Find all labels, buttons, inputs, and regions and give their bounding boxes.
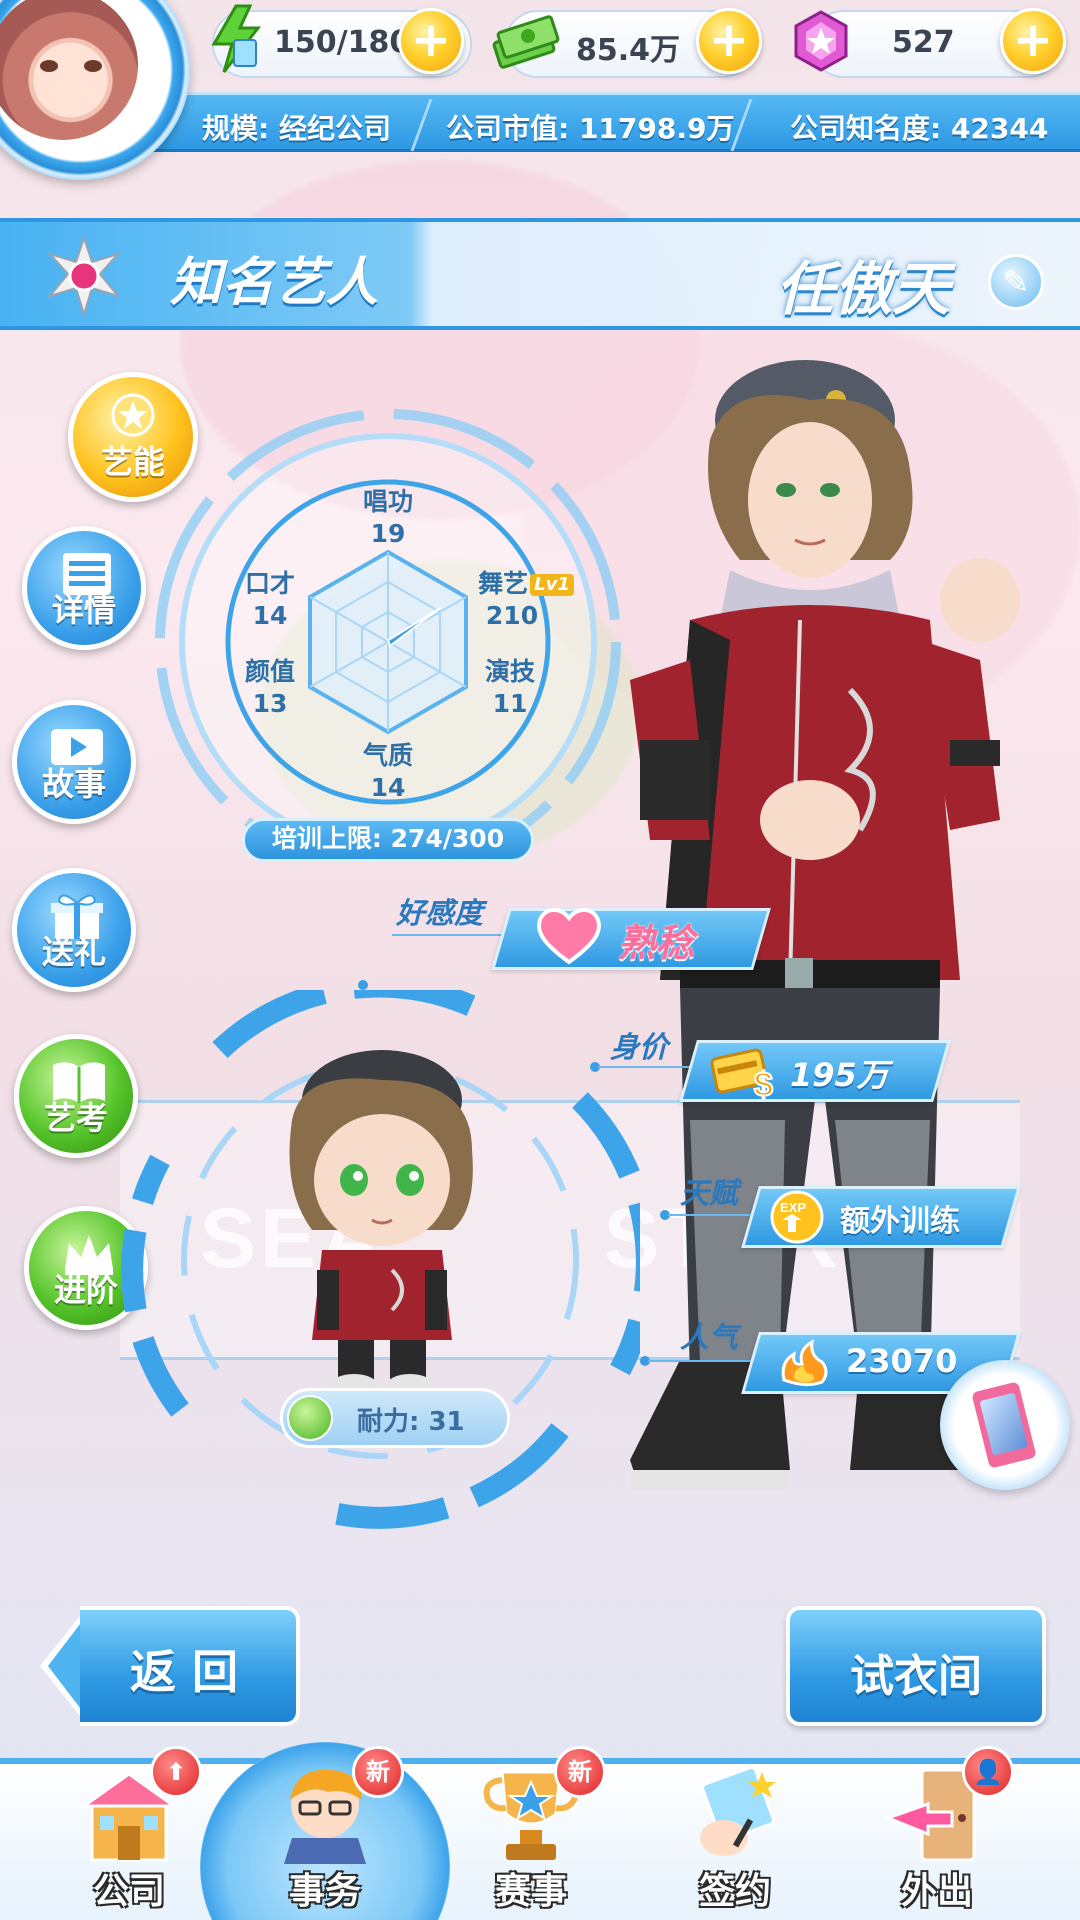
edit-name-pencil-icon[interactable]: ✎: [988, 254, 1044, 310]
stamina-value: 150/180: [274, 25, 411, 60]
side-gift-button[interactable]: 送礼: [12, 868, 136, 992]
stat-temperament-value: 14: [370, 773, 406, 802]
gem-value: 527: [892, 25, 955, 60]
nav-contract[interactable]: 签约: [650, 1764, 820, 1914]
company-market-value: 公司市值: 11798.9万: [446, 112, 735, 145]
wardrobe-button-label: 试衣间: [850, 1651, 982, 1702]
up-arrow-badge-icon: ⬆: [150, 1746, 202, 1798]
back-button[interactable]: 返回: [40, 1606, 300, 1726]
stat-acting-label: 演技: [484, 657, 535, 686]
fire-icon: [781, 1339, 828, 1387]
stat-dance-value: 210: [485, 601, 539, 630]
stat-eloquence: 口才 14: [230, 568, 310, 632]
add-money-button[interactable]: +: [696, 8, 762, 74]
company-info-strip: 规模: 经纪公司 公司市值: 11798.9万 公司知名度: 42344: [150, 92, 1080, 152]
stat-acting: 演技 11: [470, 656, 550, 720]
top-status-bar: 规模: 经纪公司 公司市值: 11798.9万 公司知名度: 42344 150…: [0, 0, 1080, 180]
talent-label: 天赋: [680, 1176, 739, 1210]
stat-dance: 舞艺 Lv1 210: [466, 568, 586, 632]
connector-line: [392, 934, 512, 936]
nav-competition-label: 赛事: [494, 1871, 567, 1912]
nav-affairs-label: 事务: [288, 1871, 361, 1912]
nav-contract-label: 签约: [698, 1871, 771, 1912]
nav-outing-label: 外出: [900, 1871, 973, 1912]
price-value: 195万: [790, 1056, 889, 1094]
exp-boost-icon: EXP: [770, 1190, 824, 1244]
wardrobe-button[interactable]: 试衣间: [786, 1606, 1046, 1726]
person-badge-icon: 👤: [962, 1746, 1014, 1798]
money-value: 85.4万: [576, 33, 681, 68]
popularity-label: 人气: [680, 1320, 739, 1354]
affinity-value: 熟稔: [618, 921, 695, 965]
chibi-character: [289, 1050, 473, 1398]
artist-name: 任傲天: [775, 255, 950, 323]
company-fame: 公司知名度: 42344: [790, 112, 1049, 145]
connector-line: [648, 1360, 758, 1362]
nav-affairs-new-badge: 新: [352, 1746, 404, 1798]
popularity-value: 23070: [846, 1342, 958, 1380]
stat-acting-value: 11: [492, 689, 528, 718]
side-details-label: 详情: [51, 591, 116, 629]
smiley-face-icon: [287, 1395, 333, 1441]
pink-gem-icon: [794, 10, 848, 72]
stats-radar-panel: 唱功 19 舞艺 Lv1 210 演技 11 气质 14 颜值 13 口才 14: [140, 380, 640, 860]
contract-scroll-icon: [700, 1765, 776, 1856]
stat-eloquence-value: 14: [252, 601, 288, 630]
side-story-label: 故事: [41, 765, 106, 803]
stat-eloquence-label: 口才: [244, 569, 295, 598]
dance-level-badge: Lv1: [530, 574, 574, 596]
card-money-icon: $: [710, 1048, 774, 1104]
back-button-label: 返回: [130, 1645, 254, 1699]
stat-temperament-label: 气质: [362, 741, 413, 770]
stat-temperament: 气质 14: [348, 740, 428, 804]
stat-looks: 颜值 13: [230, 656, 310, 720]
nav-company-label: 公司: [92, 1871, 165, 1912]
affinity-label: 好感度: [396, 896, 484, 930]
stat-singing: 唱功 19: [348, 486, 428, 550]
avatar-face: [0, 0, 138, 140]
phone-button[interactable]: [940, 1360, 1070, 1490]
avatar-eye: [84, 60, 102, 72]
endurance-pill: 耐力: 31: [280, 1388, 510, 1448]
side-exam-label: 艺考: [43, 1099, 108, 1137]
avatar-eye: [40, 60, 58, 72]
artist-portrait: [630, 360, 1020, 1490]
nav-competition-new-badge: 新: [554, 1746, 606, 1798]
pink-phone-icon: [966, 1376, 1042, 1474]
stat-dance-label: 舞艺: [478, 569, 529, 598]
side-details-button[interactable]: 详情: [22, 526, 146, 650]
side-gift-label: 送礼: [41, 933, 106, 971]
divider: [730, 99, 764, 151]
stat-looks-label: 颜值: [244, 657, 295, 686]
energy-hourglass-icon: [211, 4, 262, 73]
stat-singing-value: 19: [370, 519, 406, 548]
stat-singing-label: 唱功: [362, 487, 413, 516]
page-title: 知名艺人: [170, 253, 379, 313]
company-scale: 规模: 经纪公司: [202, 112, 391, 145]
svg-text:$: $: [754, 1066, 773, 1104]
cash-stack-icon: [492, 15, 560, 69]
artist-title-bar: 知名艺人 任傲天 ✎: [0, 218, 1080, 330]
divider: [410, 99, 444, 151]
chibi-panel: [120, 990, 640, 1530]
svg-text:EXP: EXP: [780, 1200, 806, 1215]
add-gems-button[interactable]: +: [1000, 8, 1066, 74]
phone-screen: [979, 1392, 1028, 1456]
talent-value: 额外训练: [840, 1204, 960, 1239]
stat-looks-value: 13: [252, 689, 288, 718]
connector-dot: [358, 980, 368, 990]
side-story-button[interactable]: 故事: [12, 700, 136, 824]
star-emblem-icon: [46, 236, 122, 316]
heart-icon: [537, 908, 601, 965]
add-stamina-button[interactable]: +: [398, 8, 464, 74]
connector-line: [668, 1214, 758, 1216]
training-limit-pill: 培训上限: 274/300: [242, 818, 534, 862]
player-avatar[interactable]: [0, 0, 190, 180]
endurance-value: 耐力: 31: [357, 1407, 465, 1437]
